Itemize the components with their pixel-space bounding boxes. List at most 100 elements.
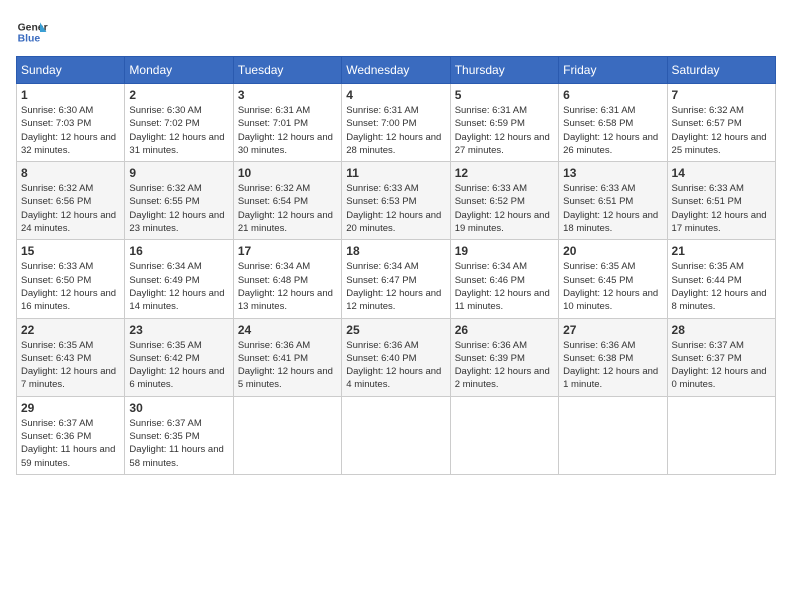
day-info: Sunrise: 6:36 AMSunset: 6:41 PMDaylight:…	[238, 340, 333, 391]
day-info: Sunrise: 6:33 AMSunset: 6:51 PMDaylight:…	[563, 183, 658, 234]
day-info: Sunrise: 6:37 AMSunset: 6:37 PMDaylight:…	[672, 340, 767, 391]
calendar-cell: 16 Sunrise: 6:34 AMSunset: 6:49 PMDaylig…	[125, 240, 233, 318]
day-header-friday: Friday	[559, 57, 667, 84]
day-number: 4	[346, 88, 445, 102]
day-number: 19	[455, 244, 554, 258]
day-header-wednesday: Wednesday	[342, 57, 450, 84]
day-info: Sunrise: 6:31 AMSunset: 6:58 PMDaylight:…	[563, 105, 658, 156]
day-info: Sunrise: 6:36 AMSunset: 6:39 PMDaylight:…	[455, 340, 550, 391]
calendar-week-3: 15 Sunrise: 6:33 AMSunset: 6:50 PMDaylig…	[17, 240, 776, 318]
day-info: Sunrise: 6:34 AMSunset: 6:48 PMDaylight:…	[238, 261, 333, 312]
day-number: 13	[563, 166, 662, 180]
day-number: 10	[238, 166, 337, 180]
day-number: 16	[129, 244, 228, 258]
calendar-cell: 22 Sunrise: 6:35 AMSunset: 6:43 PMDaylig…	[17, 318, 125, 396]
calendar-cell: 2 Sunrise: 6:30 AMSunset: 7:02 PMDayligh…	[125, 84, 233, 162]
day-number: 8	[21, 166, 120, 180]
calendar-cell: 11 Sunrise: 6:33 AMSunset: 6:53 PMDaylig…	[342, 162, 450, 240]
calendar-cell: 23 Sunrise: 6:35 AMSunset: 6:42 PMDaylig…	[125, 318, 233, 396]
day-info: Sunrise: 6:35 AMSunset: 6:45 PMDaylight:…	[563, 261, 658, 312]
day-number: 23	[129, 323, 228, 337]
calendar-cell: 1 Sunrise: 6:30 AMSunset: 7:03 PMDayligh…	[17, 84, 125, 162]
day-header-tuesday: Tuesday	[233, 57, 341, 84]
calendar-cell: 9 Sunrise: 6:32 AMSunset: 6:55 PMDayligh…	[125, 162, 233, 240]
day-number: 21	[672, 244, 771, 258]
calendar-header-row: SundayMondayTuesdayWednesdayThursdayFrid…	[17, 57, 776, 84]
svg-text:Blue: Blue	[18, 34, 41, 45]
day-info: Sunrise: 6:34 AMSunset: 6:47 PMDaylight:…	[346, 261, 441, 312]
calendar-week-2: 8 Sunrise: 6:32 AMSunset: 6:56 PMDayligh…	[17, 162, 776, 240]
calendar-cell: 7 Sunrise: 6:32 AMSunset: 6:57 PMDayligh…	[667, 84, 775, 162]
day-info: Sunrise: 6:30 AMSunset: 7:03 PMDaylight:…	[21, 105, 116, 156]
day-info: Sunrise: 6:31 AMSunset: 6:59 PMDaylight:…	[455, 105, 550, 156]
calendar-cell	[342, 396, 450, 474]
calendar-cell: 21 Sunrise: 6:35 AMSunset: 6:44 PMDaylig…	[667, 240, 775, 318]
calendar-cell: 24 Sunrise: 6:36 AMSunset: 6:41 PMDaylig…	[233, 318, 341, 396]
day-number: 14	[672, 166, 771, 180]
calendar-cell	[450, 396, 558, 474]
day-number: 26	[455, 323, 554, 337]
day-number: 18	[346, 244, 445, 258]
calendar-cell: 3 Sunrise: 6:31 AMSunset: 7:01 PMDayligh…	[233, 84, 341, 162]
day-number: 7	[672, 88, 771, 102]
calendar-cell: 30 Sunrise: 6:37 AMSunset: 6:35 PMDaylig…	[125, 396, 233, 474]
calendar-cell: 15 Sunrise: 6:33 AMSunset: 6:50 PMDaylig…	[17, 240, 125, 318]
calendar-cell: 26 Sunrise: 6:36 AMSunset: 6:39 PMDaylig…	[450, 318, 558, 396]
day-number: 1	[21, 88, 120, 102]
calendar-cell: 19 Sunrise: 6:34 AMSunset: 6:46 PMDaylig…	[450, 240, 558, 318]
calendar-cell: 27 Sunrise: 6:36 AMSunset: 6:38 PMDaylig…	[559, 318, 667, 396]
day-number: 9	[129, 166, 228, 180]
logo-icon: General Blue	[16, 16, 48, 48]
calendar-cell	[559, 396, 667, 474]
day-info: Sunrise: 6:32 AMSunset: 6:56 PMDaylight:…	[21, 183, 116, 234]
day-number: 24	[238, 323, 337, 337]
day-number: 30	[129, 401, 228, 415]
day-info: Sunrise: 6:36 AMSunset: 6:38 PMDaylight:…	[563, 340, 658, 391]
day-info: Sunrise: 6:35 AMSunset: 6:42 PMDaylight:…	[129, 340, 224, 391]
day-number: 22	[21, 323, 120, 337]
day-info: Sunrise: 6:32 AMSunset: 6:55 PMDaylight:…	[129, 183, 224, 234]
calendar-cell: 20 Sunrise: 6:35 AMSunset: 6:45 PMDaylig…	[559, 240, 667, 318]
day-header-sunday: Sunday	[17, 57, 125, 84]
day-info: Sunrise: 6:36 AMSunset: 6:40 PMDaylight:…	[346, 340, 441, 391]
calendar-cell: 28 Sunrise: 6:37 AMSunset: 6:37 PMDaylig…	[667, 318, 775, 396]
calendar-table: SundayMondayTuesdayWednesdayThursdayFrid…	[16, 56, 776, 475]
day-info: Sunrise: 6:33 AMSunset: 6:51 PMDaylight:…	[672, 183, 767, 234]
day-number: 29	[21, 401, 120, 415]
day-info: Sunrise: 6:33 AMSunset: 6:52 PMDaylight:…	[455, 183, 550, 234]
day-info: Sunrise: 6:37 AMSunset: 6:35 PMDaylight:…	[129, 418, 223, 469]
day-info: Sunrise: 6:32 AMSunset: 6:57 PMDaylight:…	[672, 105, 767, 156]
calendar-cell: 4 Sunrise: 6:31 AMSunset: 7:00 PMDayligh…	[342, 84, 450, 162]
calendar-week-4: 22 Sunrise: 6:35 AMSunset: 6:43 PMDaylig…	[17, 318, 776, 396]
day-info: Sunrise: 6:32 AMSunset: 6:54 PMDaylight:…	[238, 183, 333, 234]
calendar-week-5: 29 Sunrise: 6:37 AMSunset: 6:36 PMDaylig…	[17, 396, 776, 474]
day-number: 20	[563, 244, 662, 258]
day-info: Sunrise: 6:31 AMSunset: 7:00 PMDaylight:…	[346, 105, 441, 156]
calendar-cell	[667, 396, 775, 474]
day-info: Sunrise: 6:37 AMSunset: 6:36 PMDaylight:…	[21, 418, 115, 469]
day-number: 6	[563, 88, 662, 102]
day-info: Sunrise: 6:34 AMSunset: 6:49 PMDaylight:…	[129, 261, 224, 312]
day-header-saturday: Saturday	[667, 57, 775, 84]
calendar-cell: 8 Sunrise: 6:32 AMSunset: 6:56 PMDayligh…	[17, 162, 125, 240]
calendar-cell: 13 Sunrise: 6:33 AMSunset: 6:51 PMDaylig…	[559, 162, 667, 240]
day-header-thursday: Thursday	[450, 57, 558, 84]
day-number: 17	[238, 244, 337, 258]
day-number: 25	[346, 323, 445, 337]
day-number: 5	[455, 88, 554, 102]
page-header: General Blue	[16, 16, 776, 48]
day-number: 12	[455, 166, 554, 180]
calendar-cell: 18 Sunrise: 6:34 AMSunset: 6:47 PMDaylig…	[342, 240, 450, 318]
calendar-cell: 12 Sunrise: 6:33 AMSunset: 6:52 PMDaylig…	[450, 162, 558, 240]
day-info: Sunrise: 6:30 AMSunset: 7:02 PMDaylight:…	[129, 105, 224, 156]
day-info: Sunrise: 6:31 AMSunset: 7:01 PMDaylight:…	[238, 105, 333, 156]
day-number: 27	[563, 323, 662, 337]
day-info: Sunrise: 6:35 AMSunset: 6:43 PMDaylight:…	[21, 340, 116, 391]
day-info: Sunrise: 6:33 AMSunset: 6:50 PMDaylight:…	[21, 261, 116, 312]
day-info: Sunrise: 6:35 AMSunset: 6:44 PMDaylight:…	[672, 261, 767, 312]
day-number: 2	[129, 88, 228, 102]
calendar-cell: 6 Sunrise: 6:31 AMSunset: 6:58 PMDayligh…	[559, 84, 667, 162]
day-number: 3	[238, 88, 337, 102]
day-number: 11	[346, 166, 445, 180]
logo: General Blue	[16, 16, 48, 48]
